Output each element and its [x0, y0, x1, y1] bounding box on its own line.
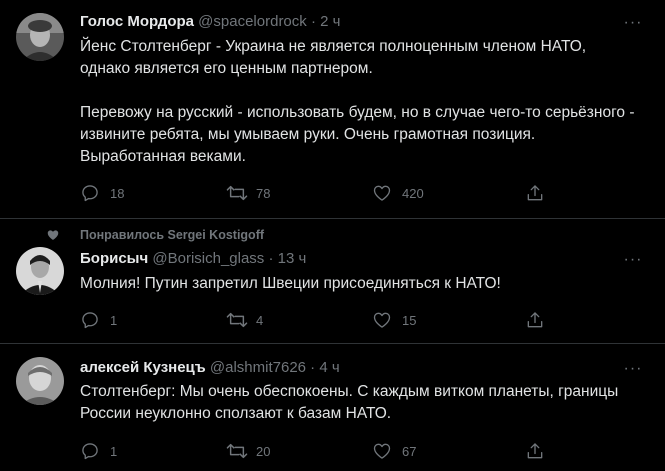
tweet-header: Голос Мордора @spacelordrock · 2 ч: [80, 12, 340, 32]
display-name[interactable]: алексей Кузнецъ: [80, 359, 206, 376]
user-handle[interactable]: @spacelordrock: [198, 13, 307, 30]
tweet-actions: 1 4 15: [80, 310, 550, 330]
heart-icon: [373, 185, 391, 201]
share-icon: [527, 443, 543, 459]
heart-icon: [373, 312, 391, 328]
timestamp[interactable]: 13 ч: [278, 250, 307, 267]
retweet-count: 78: [256, 186, 271, 201]
avatar[interactable]: [16, 247, 64, 295]
reply-icon: [82, 443, 98, 460]
share-icon: [527, 312, 543, 328]
separator-dot: ·: [268, 250, 274, 267]
separator-dot: ·: [310, 13, 316, 30]
retweet-icon: [226, 185, 248, 201]
tweet-1[interactable]: Голос Мордора @spacelordrock · 2 ч ··· Й…: [0, 0, 665, 218]
reply-icon: [82, 185, 98, 202]
tweet-actions: 1 20 67: [80, 441, 550, 461]
tweet-header: алексей Кузнецъ @alshmit7626 · 4 ч: [80, 358, 340, 378]
share-icon: [527, 185, 543, 201]
timestamp[interactable]: 2 ч: [320, 13, 340, 30]
timestamp[interactable]: 4 ч: [319, 359, 339, 376]
more-options-icon[interactable]: ···: [623, 361, 643, 382]
tweet-text: Йенс Столтенберг - Украина не является п…: [80, 36, 640, 168]
tweet-paragraph: Молния! Путин запретил Швеции присоединя…: [80, 275, 501, 292]
user-handle[interactable]: @Borisich_glass: [152, 250, 264, 267]
tweet-3[interactable]: алексей Кузнецъ @alshmit7626 · 4 ч ··· С…: [0, 344, 665, 471]
tweet-header: Борисыч @Borisich_glass · 13 ч: [80, 249, 306, 269]
retweet-count: 4: [256, 313, 264, 328]
reply-icon: [82, 312, 98, 329]
reply-count: 18: [110, 186, 125, 201]
user-handle[interactable]: @alshmit7626: [210, 359, 306, 376]
more-options-icon[interactable]: ···: [623, 252, 643, 273]
like-count: 15: [402, 313, 417, 328]
retweet-icon: [226, 312, 248, 328]
tweet-text: Столтенберг: Мы очень обеспокоены. С каж…: [80, 381, 640, 425]
like-count: 420: [402, 186, 424, 201]
separator-dot: ·: [310, 359, 316, 376]
tweet-2[interactable]: Борисыч @Borisich_glass · 13 ч ··· Молни…: [0, 219, 665, 343]
display-name[interactable]: Борисыч: [80, 250, 148, 267]
like-count: 67: [402, 444, 417, 459]
avatar[interactable]: [16, 13, 64, 61]
avatar[interactable]: [16, 357, 64, 405]
heart-icon: [373, 443, 391, 459]
retweet-count: 20: [256, 444, 271, 459]
tweet-actions: 18 78 420: [80, 183, 550, 203]
tweet-paragraph: Перевожу на русский - использовать будем…: [80, 104, 635, 165]
tweet-text: Молния! Путин запретил Швеции присоединя…: [80, 273, 640, 295]
more-options-icon[interactable]: ···: [623, 15, 643, 36]
reply-count: 1: [110, 313, 118, 328]
retweet-icon: [226, 443, 248, 459]
tweet-paragraph: Йенс Столтенберг - Украина не является п…: [80, 38, 587, 77]
reply-count: 1: [110, 444, 118, 459]
display-name[interactable]: Голос Мордора: [80, 13, 194, 30]
tweet-paragraph: Столтенберг: Мы очень обеспокоены. С каж…: [80, 383, 619, 422]
